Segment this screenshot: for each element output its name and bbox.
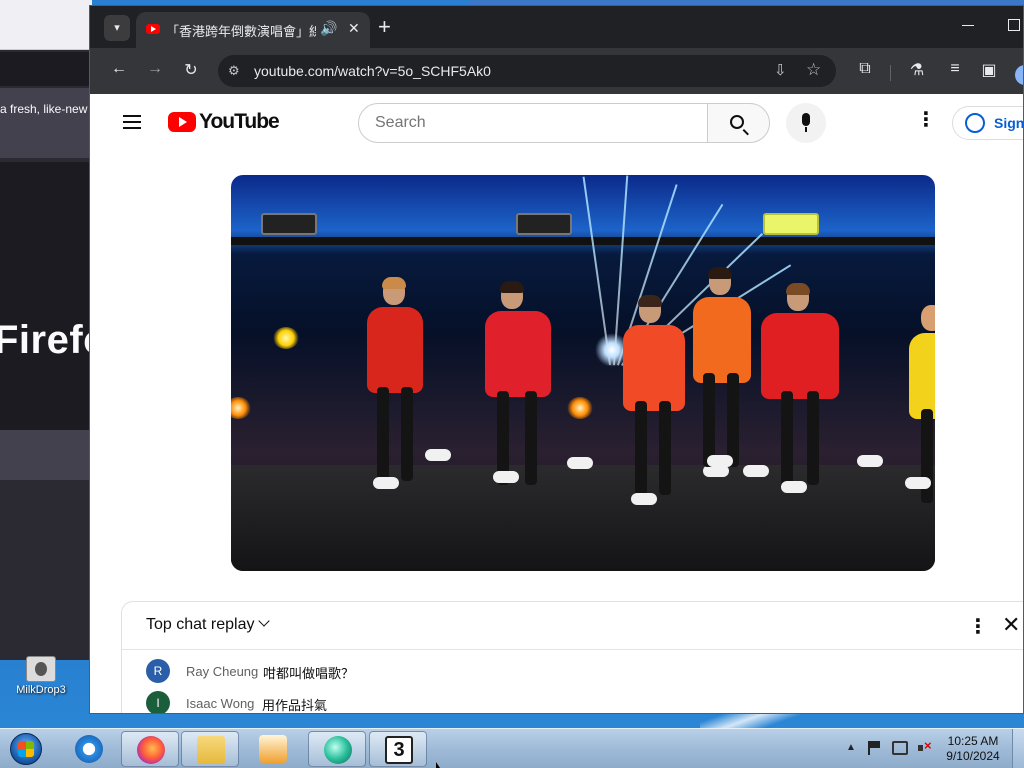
taskbar-firefox[interactable] [121,731,179,767]
desktop-icon-label: MilkDrop3 [16,684,66,696]
speaker-icon[interactable]: 🔊 [320,20,337,37]
clock-time: 10:25 AM [947,734,999,748]
background-window-content [0,162,92,432]
action-center-flag-icon[interactable] [868,741,880,755]
extensions-icon[interactable]: ⧉ [854,60,876,78]
background-window-urlbar[interactable] [0,52,92,86]
windows-logo-icon [18,741,34,757]
taskbar-media-player[interactable] [244,731,302,767]
three-icon: 3 [385,736,413,764]
chat-mode-dropdown[interactable]: Top chat replay [146,616,255,634]
video-player[interactable] [231,175,935,571]
stage-light-panel [763,213,819,235]
microphone-stem [805,127,807,132]
background-window-button[interactable] [0,430,92,480]
background-tagline: a fresh, like-new [0,102,88,116]
site-settings-icon[interactable]: ⚙ [228,63,240,79]
network-icon[interactable] [892,741,908,755]
volume-muted-icon[interactable] [918,738,932,755]
stage-light-panel [261,213,317,235]
system-clock[interactable]: 10:25 AM 9/10/2024 [942,734,1004,764]
settings-more-icon[interactable]: ⋮ [916,110,936,130]
maximize-icon[interactable] [1008,19,1020,31]
message-text: 用作品抖氣 [262,698,328,713]
voice-search-button[interactable] [786,103,826,143]
taskbar-internet-explorer[interactable] [60,731,118,767]
youtube-wordmark: YouTube [199,110,280,133]
search-icon [730,115,744,129]
firefox-heading: Firefo [0,318,92,362]
desktop-icon-milkdrop3[interactable]: MilkDrop3 [6,656,76,706]
new-tab-button[interactable]: + [378,14,391,40]
folder-icon [197,736,225,764]
forward-arrow-icon[interactable]: → [144,60,166,78]
taskbar-app-3[interactable]: 3 [369,731,427,767]
youtube-favicon-icon [146,24,160,34]
clock-date: 9/10/2024 [946,749,1000,763]
stage-floor [231,465,935,571]
labs-flask-icon[interactable]: ⚗ [906,60,928,80]
chevron-down-icon[interactable] [258,615,270,627]
search-input[interactable] [358,103,708,143]
search-button[interactable] [707,103,770,143]
sign-in-button[interactable]: Sign [952,106,1024,140]
media-player-icon [259,735,287,763]
taskbar-media-player-classic[interactable] [308,731,366,767]
bookmark-star-icon[interactable]: ☆ [806,60,821,80]
tab-youtube[interactable]: 「香港跨年倒數演唱會」線上 🔊 ✕ [136,12,370,48]
address-bar[interactable]: ⚙ youtube.com/watch?v=5o_SCHF5Ak0 ⇩ ☆ [218,55,836,87]
mpc-icon [324,736,352,764]
chrome-window: ▾ 「香港跨年倒數演唱會」線上 🔊 ✕ + ← → ↻ ⚙ youtube.co… [89,5,1024,714]
media-controls-icon[interactable]: ≡ [944,60,966,78]
reload-icon[interactable]: ↻ [180,60,202,80]
profile-avatar[interactable] [1015,65,1023,85]
ie-icon [75,735,103,763]
tab-close-icon[interactable]: ✕ [348,20,360,37]
stage-lamp [273,327,299,349]
chat-header: Top chat replay ⋮ ✕ [122,602,1023,650]
microphone-icon [802,113,810,126]
youtube-page: YouTube ⋮ Sign [90,94,1024,713]
stage-light-panel [516,213,572,235]
tab-title: 「香港跨年倒數演唱會」線上 [166,24,316,39]
author-name[interactable]: Isaac Wong [186,696,254,711]
background-window-lower [0,480,92,660]
live-chat-replay-panel: Top chat replay ⋮ ✕ R Ray Cheung 咁都叫做唱歌？… [121,601,1023,713]
author-name[interactable]: Ray Cheung [186,664,258,679]
author-avatar[interactable]: R [146,659,170,683]
side-panel-icon[interactable]: ▣ [978,60,1000,80]
show-hidden-icons[interactable]: ▲ [846,742,856,753]
stage-lamp [567,397,593,419]
minimize-icon[interactable] [962,25,974,26]
hamburger-menu-icon[interactable] [123,115,141,129]
stage-truss [231,237,935,245]
toolbar-divider [890,65,891,81]
url-text[interactable]: youtube.com/watch?v=5o_SCHF5Ak0 [254,63,491,79]
browser-toolbar: ← → ↻ ⚙ youtube.com/watch?v=5o_SCHF5Ak0 … [90,48,1023,94]
youtube-play-icon [168,112,196,132]
firefox-icon [137,736,165,764]
back-arrow-icon[interactable]: ← [108,60,130,78]
chat-close-icon[interactable]: ✕ [1002,612,1020,638]
sign-in-label: Sign [994,115,1024,131]
tab-search-button[interactable]: ▾ [104,15,130,41]
show-desktop-button[interactable] [1012,729,1024,768]
start-button[interactable] [4,729,46,768]
stage-lamp [231,397,251,419]
chat-more-options-icon[interactable]: ⋮ [968,614,988,639]
background-window-header [0,88,92,158]
install-app-icon[interactable]: ⇩ [774,61,787,79]
taskbar: 3 ▲ 10:25 AM 9/10/2024 [0,728,1024,768]
tab-strip: ▾ 「香港跨年倒數演唱會」線上 🔊 ✕ + [90,6,1023,48]
background-firefox-window[interactable]: a fresh, like-new Firefo [0,0,92,660]
mouse-cursor-icon [436,762,440,768]
author-avatar[interactable]: I [146,691,170,713]
account-icon [965,113,985,133]
background-window-titlebar[interactable] [0,0,92,50]
milkdrop-icon [26,656,56,682]
taskbar-file-explorer[interactable] [181,731,239,767]
message-text: 咁都叫做唱歌？ [263,666,355,681]
